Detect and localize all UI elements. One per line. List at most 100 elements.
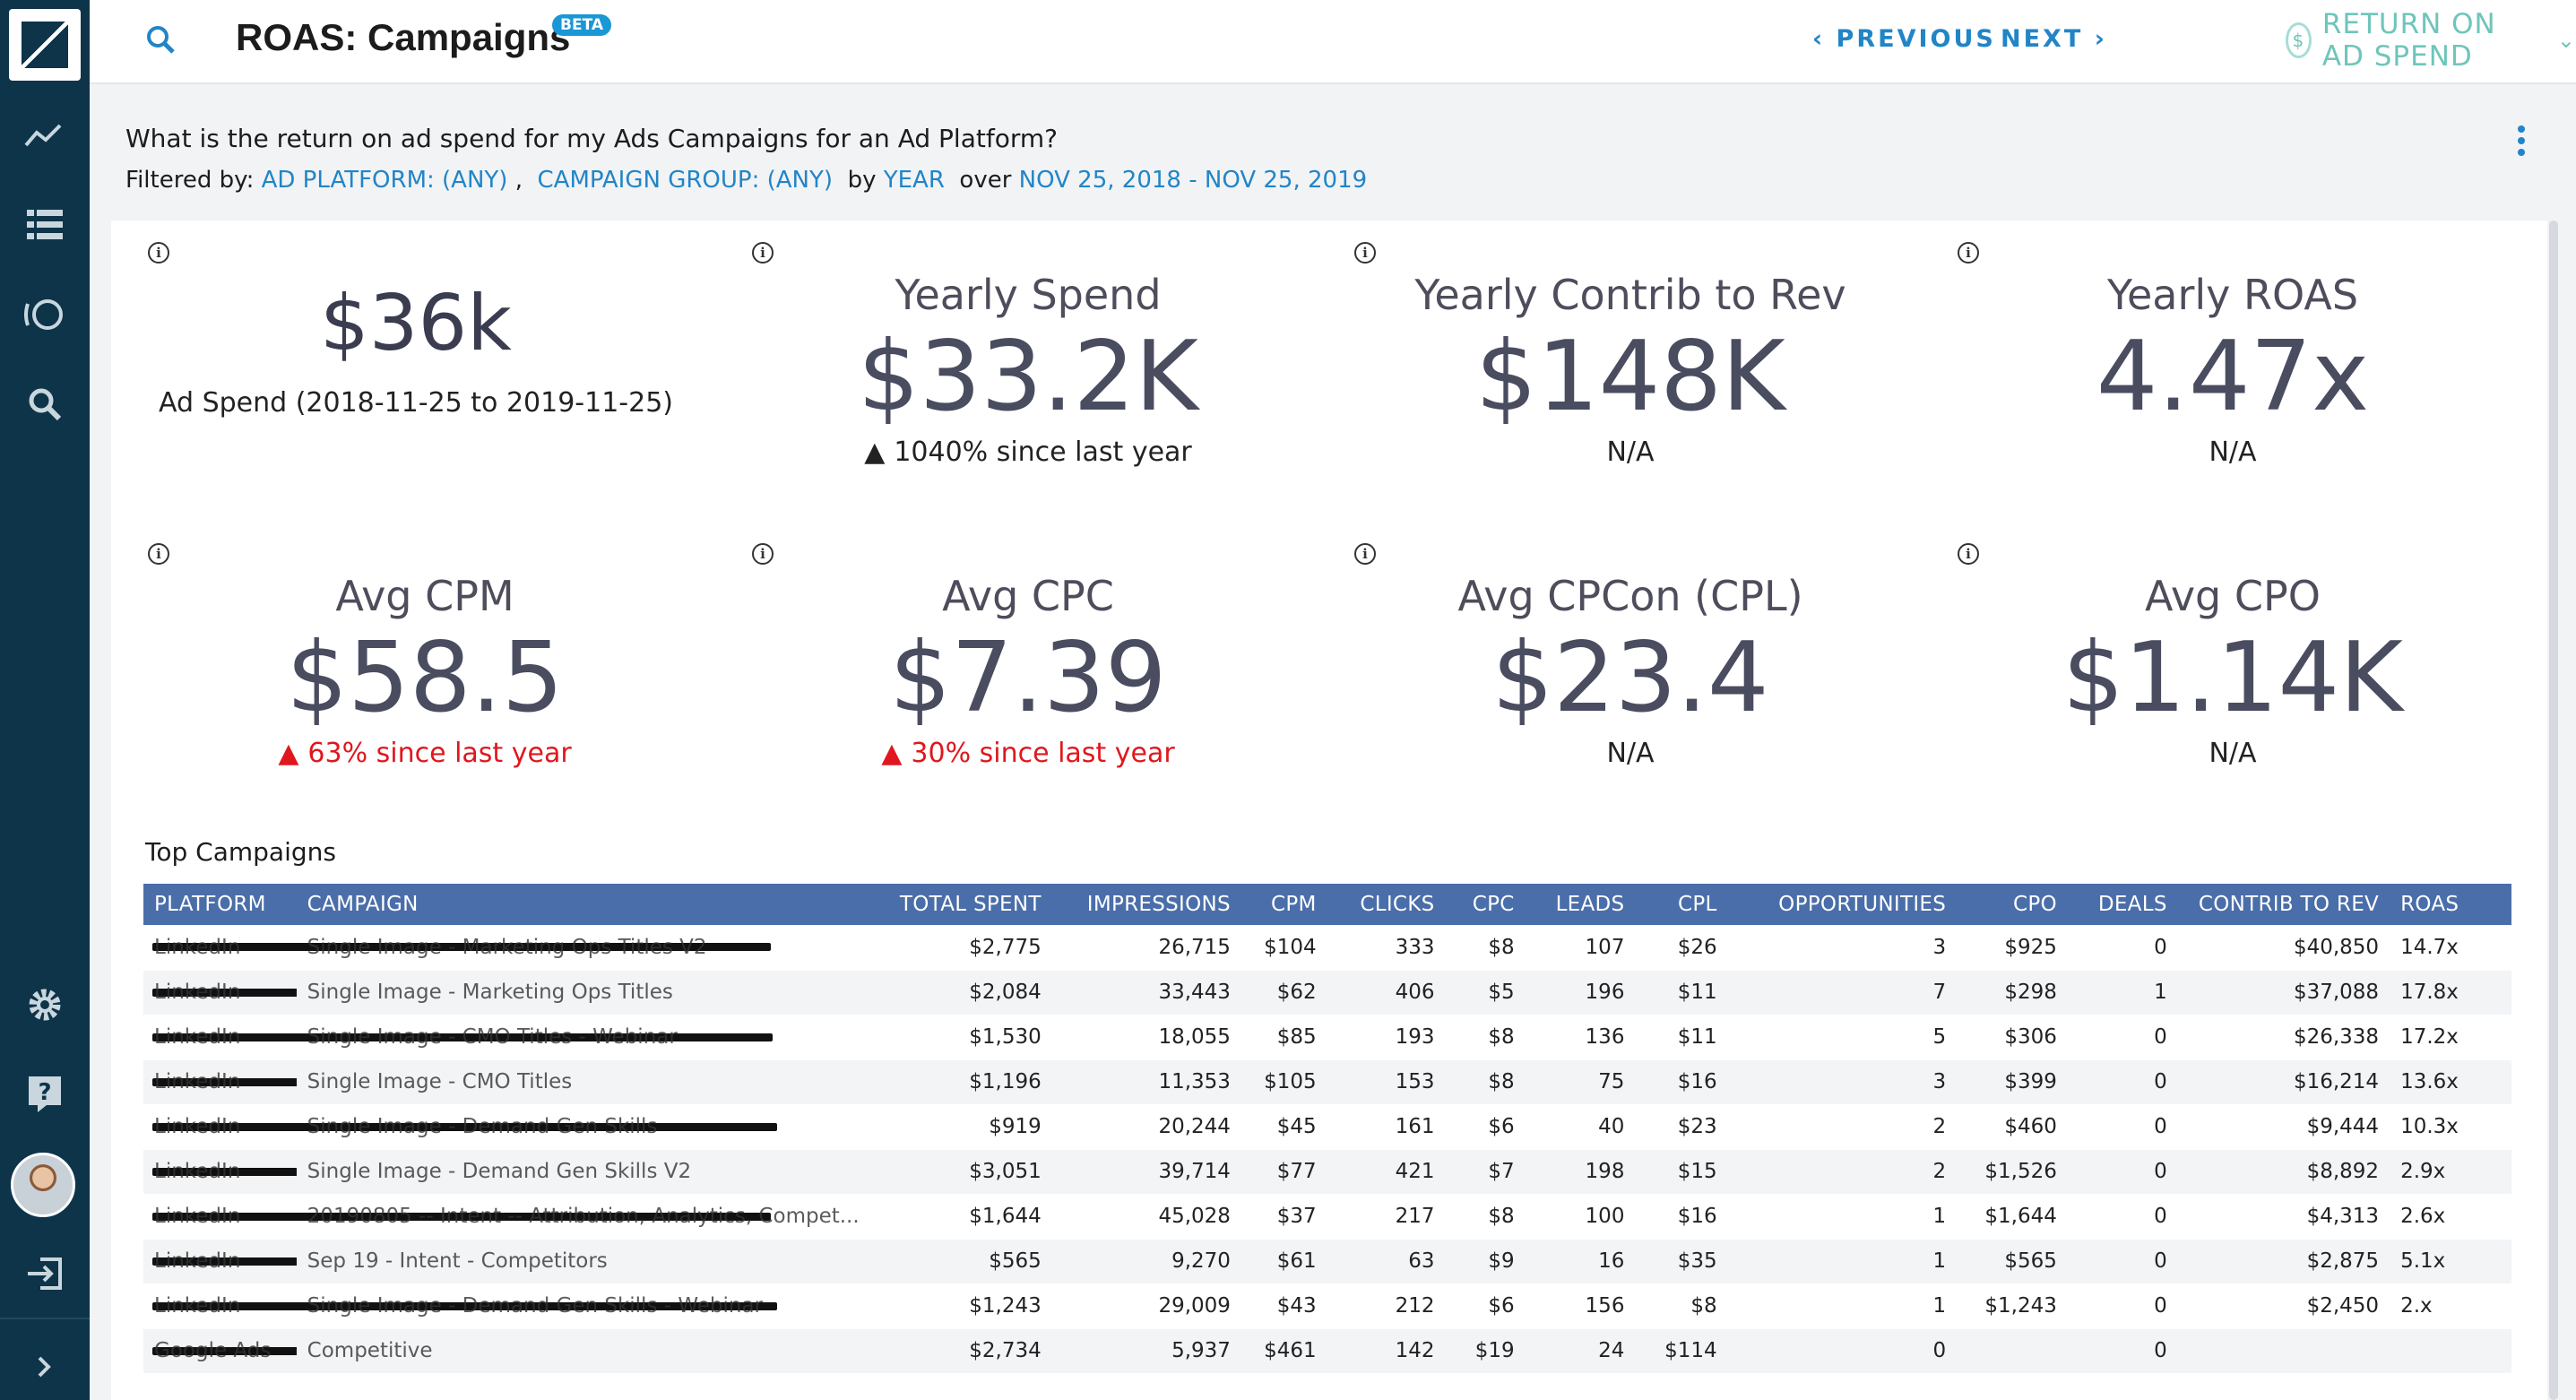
table-row[interactable]: LinkedIn Single Image - CMO Titles - Webi… (143, 1015, 2511, 1060)
search-icon[interactable] (22, 382, 67, 427)
campaign-cell: Single Image - Marketing Ops Titles V2 (296, 925, 870, 971)
table-cell: $460 (1957, 1104, 2068, 1150)
column-header[interactable]: CONTRIB TO REV (2177, 884, 2390, 925)
trend-icon[interactable] (22, 113, 67, 158)
column-header[interactable]: ROAS (2390, 884, 2511, 925)
more-options-icon[interactable] (2517, 125, 2526, 156)
column-header[interactable]: CLICKS (1327, 884, 1446, 925)
column-header[interactable]: DEALS (2067, 884, 2178, 925)
scrollbar[interactable] (2549, 220, 2558, 1400)
table-cell: 18,055 (1051, 1015, 1241, 1060)
platform-text: LinkedIn (154, 1294, 241, 1318)
table-row[interactable]: Google Ads Competitive $2,734 5,937 $461 142 $… (143, 1328, 2511, 1374)
filter-prefix: Filtered by: (125, 167, 255, 194)
platform-text: LinkedIn (154, 1070, 241, 1093)
filter-separator: , (514, 167, 523, 194)
table-cell: 107 (1525, 925, 1636, 971)
column-header[interactable]: CPL (1635, 884, 1728, 925)
platform-cell: LinkedIn (143, 1149, 780, 1195)
table-cell: 0 (2067, 1104, 2178, 1150)
table-cell: 0 (2067, 1194, 2178, 1240)
table-cell: 26,715 (1051, 925, 1241, 971)
sidebar: ? (0, 0, 90, 1400)
column-header[interactable]: CPM (1240, 884, 1327, 925)
filter-date-range[interactable]: NOV 25, 2018 - NOV 25, 2019 (1019, 167, 1368, 194)
app-logo[interactable] (9, 9, 81, 81)
kpi-value: $148K (1475, 321, 1785, 433)
table-row[interactable]: LinkedIn Single Image - Demand Gen Skills… (143, 1104, 2511, 1150)
table-cell: $2,775 (869, 925, 1052, 971)
table-row[interactable]: LinkedIn 20190805 -- Intent -- Attributio… (143, 1194, 2511, 1240)
kpi-change: 30% since last year (727, 738, 1329, 769)
filter-ad-platform[interactable]: AD PLATFORM: (ANY) (262, 167, 508, 194)
table-row[interactable]: LinkedIn Single Image - Demand Gen Skills… (143, 1149, 2511, 1195)
table-cell: $8 (1445, 1015, 1526, 1060)
logout-icon[interactable] (22, 1251, 67, 1296)
column-header[interactable]: CAMPAIGN (296, 884, 870, 925)
table-cell: 17.2x (2390, 1015, 2511, 1060)
table-cell: $45 (1240, 1104, 1327, 1150)
info-icon[interactable]: i (752, 543, 774, 565)
platform-text: LinkedIn (154, 1205, 241, 1228)
cycle-icon[interactable] (22, 292, 67, 337)
table-cell: 142 (1327, 1328, 1446, 1374)
table-cell: $8 (1445, 1059, 1526, 1105)
column-header[interactable]: IMPRESSIONS (1051, 884, 1241, 925)
column-header[interactable]: LEADS (1525, 884, 1636, 925)
table-cell: $306 (1957, 1015, 2068, 1060)
roas-dropdown[interactable]: $ RETURN ON AD SPEND ⌄ (2286, 8, 2576, 73)
kpi-change: N/A (2209, 436, 2257, 469)
table-row[interactable]: LinkedIn Sep 19 - Intent - Competitors $56… (143, 1239, 2511, 1284)
table-cell: 3 (1727, 1059, 1958, 1105)
next-button[interactable]: NEXT › (2001, 25, 2107, 53)
table-cell: 406 (1327, 970, 1446, 1015)
campaign-text: 20190805 -- Intent -- Attribution, Analy… (307, 1205, 860, 1228)
sidebar-divider (0, 1318, 90, 1319)
table-cell: 0 (2067, 1239, 2178, 1284)
table-cell: $37,088 (2177, 970, 2390, 1015)
previous-button[interactable]: ‹ PREVIOUS (1812, 25, 1996, 53)
table-cell: 16 (1525, 1239, 1636, 1284)
table-row[interactable]: LinkedIn Single Image - Marketing Ops Tit… (143, 925, 2511, 971)
table-row[interactable]: LinkedIn Single Image - Marketing Ops Tit… (143, 970, 2511, 1015)
settings-gear-icon[interactable] (22, 982, 67, 1027)
roas-dropdown-label: RETURN ON AD SPEND (2321, 8, 2496, 73)
platform-text: LinkedIn (154, 1115, 241, 1138)
column-header[interactable]: TOTAL SPENT (869, 884, 1052, 925)
campaign-text: Single Image - CMO Titles - Webinar (307, 1025, 678, 1049)
info-icon[interactable]: i (1958, 242, 1979, 264)
beta-badge: BETA (552, 14, 612, 36)
column-header[interactable]: CPO (1957, 884, 2068, 925)
help-icon[interactable]: ? (22, 1072, 67, 1117)
kpi-value: $33.2K (857, 321, 1198, 433)
table-row[interactable]: LinkedIn Single Image - CMO Titles $1,196 1… (143, 1059, 2511, 1105)
user-avatar[interactable] (11, 1153, 75, 1217)
expand-chevron-icon[interactable] (22, 1344, 67, 1389)
table-cell: $1,243 (1957, 1283, 2068, 1329)
table-cell: $40,850 (2177, 925, 2390, 971)
table-row[interactable]: LinkedIn Single Image - Demand Gen Skills… (143, 1283, 2511, 1329)
kpi-card-avg-cpc: Avg CPC $7.39 30% since last year (727, 572, 1329, 769)
chevron-down-icon: ⌄ (2556, 28, 2576, 53)
list-icon[interactable] (22, 203, 67, 247)
campaign-text: Single Image - Demand Gen Skills (307, 1115, 658, 1138)
previous-label: PREVIOUS (1836, 25, 1996, 53)
table-cell: 0 (2067, 1328, 2178, 1374)
info-icon[interactable]: i (1354, 242, 1376, 264)
column-header[interactable]: OPPORTUNITIES (1727, 884, 1958, 925)
info-icon[interactable]: i (1958, 543, 1979, 565)
filter-period[interactable]: YEAR (884, 167, 945, 194)
table-cell: 29,009 (1051, 1283, 1241, 1329)
column-header[interactable]: CPC (1445, 884, 1526, 925)
column-header[interactable]: PLATFORM (143, 884, 297, 925)
info-icon[interactable]: i (148, 543, 169, 565)
table-cell: 212 (1327, 1283, 1446, 1329)
info-icon[interactable]: i (1354, 543, 1376, 565)
page-title: ROAS: Campaigns (236, 16, 571, 58)
campaign-cell: 20190805 -- Intent -- Attribution, Analy… (296, 1194, 870, 1240)
table-cell: 198 (1525, 1149, 1636, 1195)
filter-campaign-group[interactable]: CAMPAIGN GROUP: (ANY) (538, 167, 834, 194)
info-icon[interactable]: i (752, 242, 774, 264)
search-icon[interactable] (143, 22, 183, 62)
info-icon[interactable]: i (148, 242, 169, 264)
